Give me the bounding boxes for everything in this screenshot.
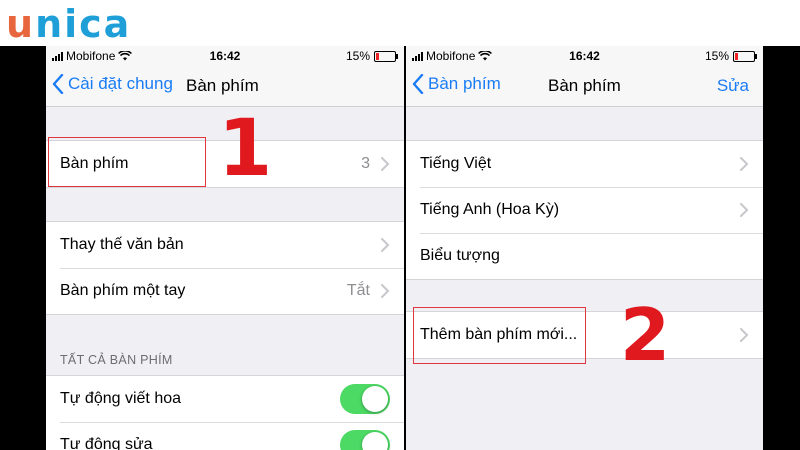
battery-percent: 15% [704,49,729,63]
row-label: Tiếng Việt [420,155,492,172]
page-title: Bàn phím [186,76,259,95]
row-label: Tự động viết hoa [60,390,182,407]
row-label: Thêm bàn phím mới... [420,326,578,343]
unica-logo: u nica [6,2,131,46]
chevron-right-icon [740,203,749,217]
phone-screen-keyboard-settings: Mobifone 16:42 15% Cài đặt chung Bàn phí… [46,46,404,450]
back-button-label: Bàn phím [428,74,501,93]
status-bar: Mobifone 16:42 15% [46,46,404,66]
back-button[interactable]: Bàn phím [412,74,501,94]
chevron-right-icon [381,284,390,298]
row-label: Tiếng Anh (Hoa Kỳ) [420,201,560,218]
row-one-handed-keyboard[interactable]: Bàn phím một tay Tắt [46,268,404,314]
step-marker-1: 1 [218,104,273,194]
row-keyboard-english-us[interactable]: Tiếng Anh (Hoa Kỳ) [406,187,763,233]
add-keyboard-group: Thêm bàn phím mới... [406,311,763,359]
logo-first-letter: u [6,2,36,46]
row-text-replacement[interactable]: Thay thế văn bản [46,222,404,268]
battery-icon [733,50,757,62]
phone-screen-keyboards-list: Mobifone 16:42 15% Bàn phím Bàn phím Sửa… [406,46,763,450]
battery-percent: 15% [345,49,370,63]
auto-correction-toggle[interactable] [340,430,390,450]
battery-icon [374,50,398,62]
navigation-bar: Bàn phím Bàn phím Sửa [406,66,763,107]
section-header-all-keyboards: TẤT CẢ BÀN PHÍM [60,353,173,367]
installed-keyboards-group: Tiếng Việt Tiếng Anh (Hoa Kỳ) Biểu tượng [406,140,763,280]
chevron-right-icon [740,328,749,342]
row-auto-capitalization: Tự động viết hoa [46,376,404,422]
chevron-left-icon [52,74,64,94]
chevron-right-icon [740,157,749,171]
row-add-new-keyboard[interactable]: Thêm bàn phím mới... [406,312,763,358]
row-auto-correction: Tự động sửa [46,422,404,450]
all-keyboards-group: Tự động viết hoa Tự động sửa [46,375,404,450]
row-label: Tự động sửa [60,436,153,450]
navigation-bar: Cài đặt chung Bàn phím [46,66,404,107]
back-button-label: Cài đặt chung [68,74,173,93]
status-bar: Mobifone 16:42 15% [406,46,763,66]
row-label: Thay thế văn bản [60,236,184,253]
step-marker-2: 2 [620,293,671,377]
row-label: Bàn phím một tay [60,282,186,299]
logo-rest: nica [35,2,132,46]
page-title: Bàn phím [548,76,621,95]
chevron-right-icon [381,238,390,252]
back-button[interactable]: Cài đặt chung [52,74,173,94]
edit-button[interactable]: Sửa [717,76,749,96]
keyboard-count: 3 [361,155,370,172]
row-keyboard-vietnamese[interactable]: Tiếng Việt [406,141,763,187]
text-options-group: Thay thế văn bản Bàn phím một tay Tắt [46,221,404,315]
chevron-right-icon [381,157,390,171]
auto-capitalization-toggle[interactable] [340,384,390,414]
row-keyboard-emoji[interactable]: Biểu tượng [406,233,763,279]
one-handed-value: Tắt [346,282,370,299]
row-label: Bàn phím [60,155,129,172]
row-label: Biểu tượng [420,247,500,264]
chevron-left-icon [412,74,424,94]
